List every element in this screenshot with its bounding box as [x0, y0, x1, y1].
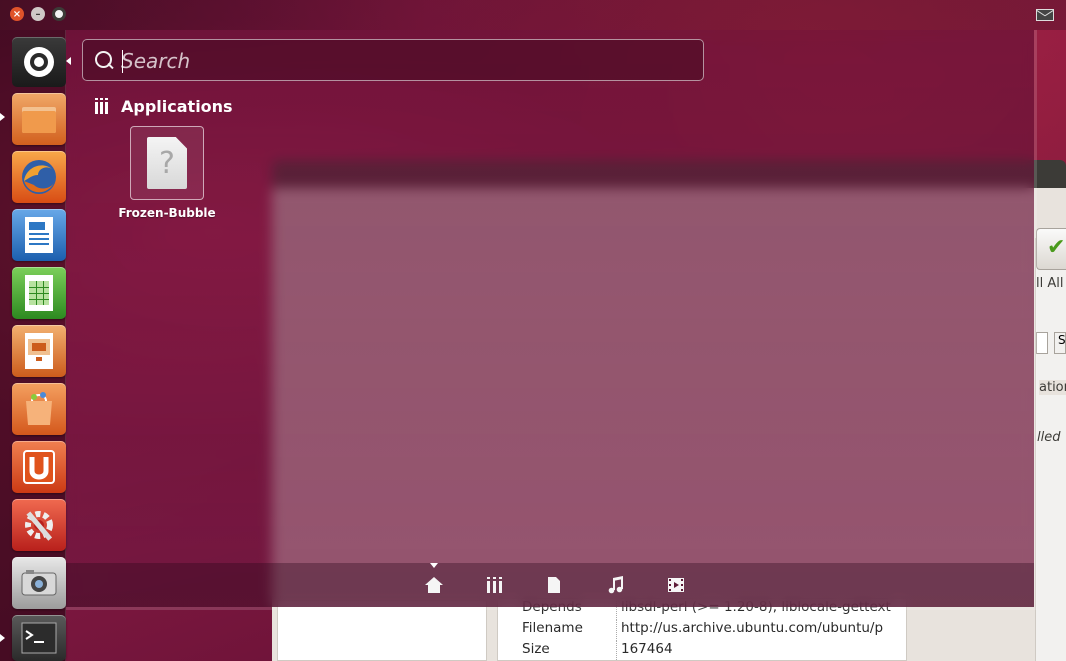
details-row: Size 167464 — [498, 641, 906, 661]
home-icon — [425, 577, 443, 593]
dash-border-right — [1034, 30, 1037, 607]
dash-search-box[interactable] — [82, 39, 704, 81]
applications-icon — [487, 577, 502, 593]
details-value: 167464 — [616, 641, 906, 661]
details-key: Filename — [522, 620, 583, 636]
background-input-box — [1036, 332, 1048, 354]
launcher-item-terminal[interactable] — [12, 615, 66, 661]
launcher-item-system-settings[interactable] — [12, 499, 66, 551]
launcher-item-ubuntu-one[interactable] — [12, 441, 66, 493]
launcher-item-files[interactable] — [12, 93, 66, 145]
ubuntu-one-icon — [23, 450, 55, 484]
background-apply-button — [1036, 228, 1066, 270]
unknown-file-icon: ? — [147, 137, 187, 189]
launcher-item-libreoffice-writer[interactable] — [12, 209, 66, 261]
launcher-item-libreoffice-calc[interactable] — [12, 267, 66, 319]
software-center-icon — [26, 392, 52, 425]
details-key: Size — [522, 641, 550, 657]
terminal-icon — [21, 622, 57, 654]
camera-icon — [21, 570, 57, 596]
background-status-partial: lled — [1037, 430, 1061, 445]
launcher-item-firefox[interactable] — [12, 151, 66, 203]
section-title: Applications — [121, 96, 233, 116]
top-panel: × – — [0, 0, 1066, 30]
app-label: Frozen-Bubble — [118, 206, 216, 220]
settings-icon — [25, 511, 53, 541]
calc-icon — [25, 275, 53, 311]
background-field-partial: S — [1054, 332, 1066, 354]
writer-icon — [25, 217, 53, 253]
mail-icon[interactable] — [1036, 9, 1054, 21]
details-value: http://us.archive.ubuntu.com/ubuntu/p — [616, 620, 906, 641]
music-note-icon — [608, 576, 623, 594]
minimize-icon: – — [35, 8, 41, 20]
search-icon — [95, 51, 112, 68]
ubuntu-logo-icon — [24, 47, 54, 77]
home-lens-button[interactable] — [420, 571, 448, 599]
search-input[interactable] — [121, 46, 691, 76]
background-view-partial: ation — [1039, 380, 1066, 395]
files-lens-button[interactable] — [540, 571, 568, 599]
text-cursor — [122, 50, 123, 73]
dash-open-indicator — [66, 57, 71, 65]
folder-icon — [22, 107, 56, 133]
video-lens-button[interactable] — [662, 571, 690, 599]
window-minimize-button[interactable]: – — [31, 7, 45, 21]
video-icon — [668, 578, 684, 592]
music-lens-button[interactable] — [602, 571, 630, 599]
details-row: Filename http://us.archive.ubuntu.com/ub… — [498, 620, 906, 641]
launcher-item-libreoffice-impress[interactable] — [12, 325, 66, 377]
running-app-indicator — [0, 113, 5, 121]
active-lens-indicator — [430, 563, 438, 568]
launcher-item-ubuntu-software-center[interactable] — [12, 383, 66, 435]
app-icon-container: ? — [130, 126, 204, 200]
applications-section-header: Applications — [95, 95, 233, 117]
applications-lens-button[interactable] — [481, 571, 509, 599]
window-maximize-button[interactable] — [52, 7, 66, 21]
window-close-button[interactable]: × — [10, 7, 24, 21]
launcher-item-dash-home[interactable] — [12, 37, 66, 87]
impress-icon — [25, 333, 53, 369]
file-icon — [548, 577, 560, 593]
background-toolbar-label: ll All — [1036, 276, 1064, 291]
close-icon: × — [12, 8, 22, 20]
background-window-right-panel — [1035, 238, 1066, 661]
running-app-indicator — [0, 634, 5, 642]
applications-lens-icon — [95, 98, 111, 114]
app-result-frozen-bubble[interactable]: ? Frozen-Bubble — [117, 126, 217, 230]
launcher-item-shotwell[interactable] — [12, 557, 66, 609]
firefox-icon — [22, 160, 56, 194]
dash-border-bottom — [66, 607, 1037, 610]
